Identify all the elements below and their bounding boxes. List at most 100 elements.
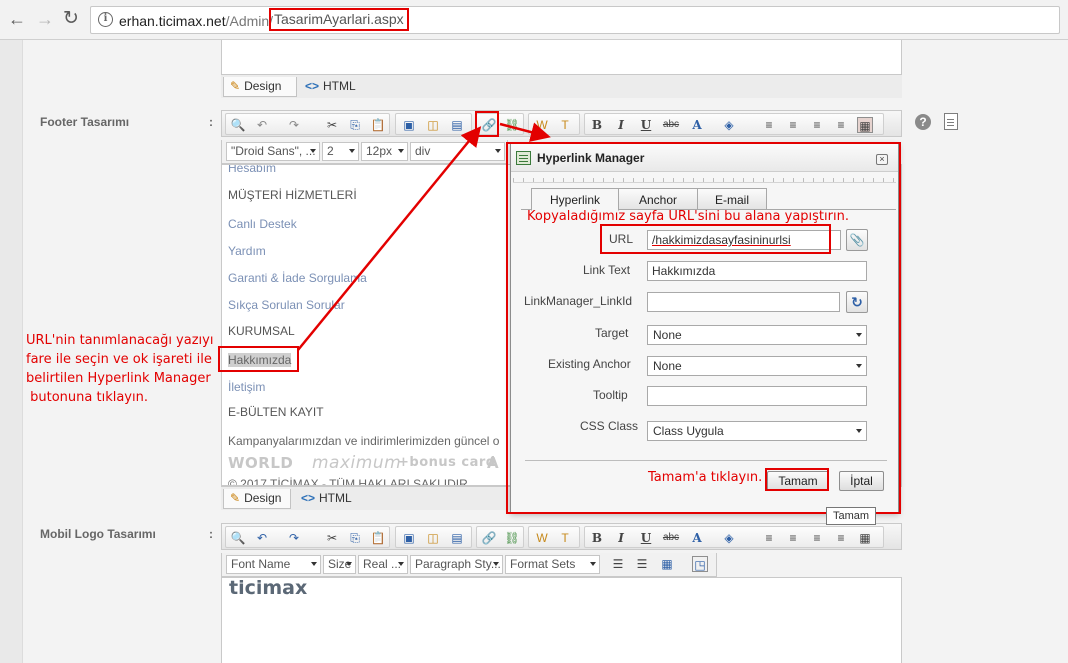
- mobile-paragraph-select[interactable]: Paragraph Sty...: [410, 555, 503, 574]
- paste-plain-text-icon[interactable]: T: [557, 530, 573, 546]
- footer-link-sss[interactable]: Sıkça Sorulan Sorular: [228, 298, 345, 312]
- image-manager-icon[interactable]: ▣: [401, 530, 417, 546]
- bold-icon[interactable]: B: [589, 530, 605, 546]
- bold-icon[interactable]: B: [589, 117, 605, 133]
- footer-design-label: Design: [244, 491, 282, 505]
- underline-icon[interactable]: U: [638, 530, 654, 546]
- justify-icon[interactable]: ≡: [833, 530, 849, 546]
- font-size-value: 12px: [366, 144, 393, 158]
- copy-icon[interactable]: ⎘: [347, 117, 363, 133]
- top-design-label: Design: [244, 79, 282, 93]
- numbered-list-icon[interactable]: ☰: [610, 556, 626, 572]
- footer-link-hesabim[interactable]: Hesabım: [228, 165, 276, 175]
- top-design-tab[interactable]: ✎ Design: [223, 77, 297, 97]
- footer-heading-kurumsal: KURUMSAL: [228, 324, 295, 338]
- copy-icon[interactable]: ⎘: [347, 530, 363, 546]
- undo-icon[interactable]: ↶: [254, 117, 270, 133]
- font-name-value: "Droid Sans", ...: [231, 144, 316, 158]
- paste-plain-text-icon[interactable]: T: [557, 117, 573, 133]
- mobile-format-sets-select[interactable]: Format Sets: [505, 555, 600, 574]
- strikethrough-icon[interactable]: abc: [661, 530, 681, 546]
- mobile-size-select[interactable]: Size: [323, 555, 356, 574]
- back-color-icon[interactable]: ◈: [721, 117, 737, 133]
- media-manager-icon[interactable]: ▤: [449, 117, 465, 133]
- align-left-icon[interactable]: ≡: [761, 117, 777, 133]
- align-right-icon[interactable]: ≡: [809, 117, 825, 133]
- redo-icon[interactable]: ↷: [286, 530, 302, 546]
- more-options-icon[interactable]: ▦: [857, 530, 873, 546]
- help-icon[interactable]: ?: [915, 114, 931, 130]
- paste-from-word-icon[interactable]: W: [534, 117, 550, 133]
- top-editor-mode-bar: ✎ Design <> HTML: [221, 74, 902, 98]
- toggle-icon[interactable]: ◳: [692, 556, 708, 572]
- url-text: erhan.ticimax.net/Admin/: [119, 13, 273, 29]
- footer-link-yardim[interactable]: Yardım: [228, 244, 266, 258]
- align-center-icon[interactable]: ≡: [785, 530, 801, 546]
- mobile-toolbar-group-format: B I U abc A ◈ ≡ ≡ ≡ ≡ ▦: [584, 526, 884, 548]
- block-format-select[interactable]: div: [410, 142, 505, 161]
- mobile-real-select[interactable]: Real ...: [358, 555, 408, 574]
- fore-color-icon[interactable]: A: [689, 117, 705, 133]
- block-format-value: div: [415, 144, 431, 158]
- left-gutter: [0, 40, 22, 663]
- mobile-font-name-select[interactable]: Font Name: [226, 555, 321, 574]
- mobile-editor-content[interactable]: ticimax: [221, 577, 902, 663]
- paste-icon[interactable]: 📋: [370, 117, 386, 133]
- italic-icon[interactable]: I: [613, 530, 629, 546]
- top-editor-content[interactable]: [221, 40, 902, 75]
- footer-link-canli-destek[interactable]: Canlı Destek: [228, 217, 297, 231]
- hyperlink-manager-icon[interactable]: 🔗: [481, 530, 497, 546]
- underline-icon[interactable]: U: [638, 117, 654, 133]
- justify-icon[interactable]: ≡: [833, 117, 849, 133]
- info-icon[interactable]: i: [98, 12, 113, 27]
- bullet-list-icon[interactable]: ☰: [634, 556, 650, 572]
- align-right-icon[interactable]: ≡: [809, 530, 825, 546]
- brand-extra-logo: A: [487, 454, 500, 472]
- back-arrow-icon[interactable]: ←: [8, 8, 26, 30]
- redo-icon[interactable]: ↷: [286, 117, 302, 133]
- more-options-icon[interactable]: ▦: [857, 117, 873, 133]
- align-left-icon[interactable]: ≡: [761, 530, 777, 546]
- table-icon[interactable]: ▦: [659, 556, 675, 572]
- unlink-icon[interactable]: ⛓: [504, 530, 520, 546]
- footer-link-iletisim[interactable]: İletişim: [228, 380, 265, 394]
- paste-icon[interactable]: 📋: [370, 530, 386, 546]
- address-bar[interactable]: i erhan.ticimax.net/Admin/ TasarimAyarla…: [90, 6, 1060, 34]
- footer-link-garanti[interactable]: Garanti & İade Sorgulama: [228, 271, 367, 285]
- footer-label: Footer Tasarımı: [40, 115, 130, 129]
- dropdown-arrow-icon: [590, 562, 596, 566]
- align-center-icon[interactable]: ≡: [785, 117, 801, 133]
- find-icon[interactable]: 🔍: [230, 530, 246, 546]
- footer-html-tab[interactable]: <> HTML: [295, 489, 358, 509]
- cut-icon[interactable]: ✂: [324, 530, 340, 546]
- browser-toolbar: ← → ↻ i erhan.ticimax.net/Admin/ Tasarim…: [0, 0, 1068, 40]
- footer-format-row: "Droid Sans", ... 2 12px div: [221, 140, 508, 164]
- media-manager-icon[interactable]: ▤: [449, 530, 465, 546]
- size-select[interactable]: 2: [322, 142, 359, 161]
- dropdown-arrow-icon: [398, 149, 404, 153]
- forward-arrow-icon[interactable]: →: [36, 8, 54, 30]
- top-html-tab[interactable]: <> HTML: [299, 77, 362, 97]
- paste-from-word-icon[interactable]: W: [534, 530, 550, 546]
- font-name-select[interactable]: "Droid Sans", ...: [226, 142, 320, 161]
- image-manager-icon[interactable]: ▣: [401, 117, 417, 133]
- find-icon[interactable]: 🔍: [230, 117, 246, 133]
- url-path: /Admin/: [225, 13, 274, 29]
- highlight-hyperlink-button-box: [475, 111, 499, 137]
- undo-icon[interactable]: ↶: [254, 530, 270, 546]
- flash-manager-icon[interactable]: ◫: [425, 117, 441, 133]
- toolbar-group-format: B I U abc A ◈ ≡ ≡ ≡ ≡ ▦: [584, 113, 884, 135]
- footer-design-tab[interactable]: ✎ Design: [223, 489, 291, 509]
- unlink-icon[interactable]: ⛓: [504, 117, 520, 133]
- ok-annotation: Tamam'a tıklayın.: [648, 470, 763, 485]
- strikethrough-icon[interactable]: abc: [661, 117, 681, 133]
- italic-icon[interactable]: I: [613, 117, 629, 133]
- document-icon[interactable]: [944, 113, 958, 130]
- flash-manager-icon[interactable]: ◫: [425, 530, 441, 546]
- reload-icon[interactable]: ↻: [63, 8, 79, 30]
- font-size-select[interactable]: 12px: [361, 142, 408, 161]
- cut-icon[interactable]: ✂: [324, 117, 340, 133]
- fore-color-icon[interactable]: A: [689, 530, 705, 546]
- toolbar-group-paste: W T: [528, 113, 580, 135]
- back-color-icon[interactable]: ◈: [721, 530, 737, 546]
